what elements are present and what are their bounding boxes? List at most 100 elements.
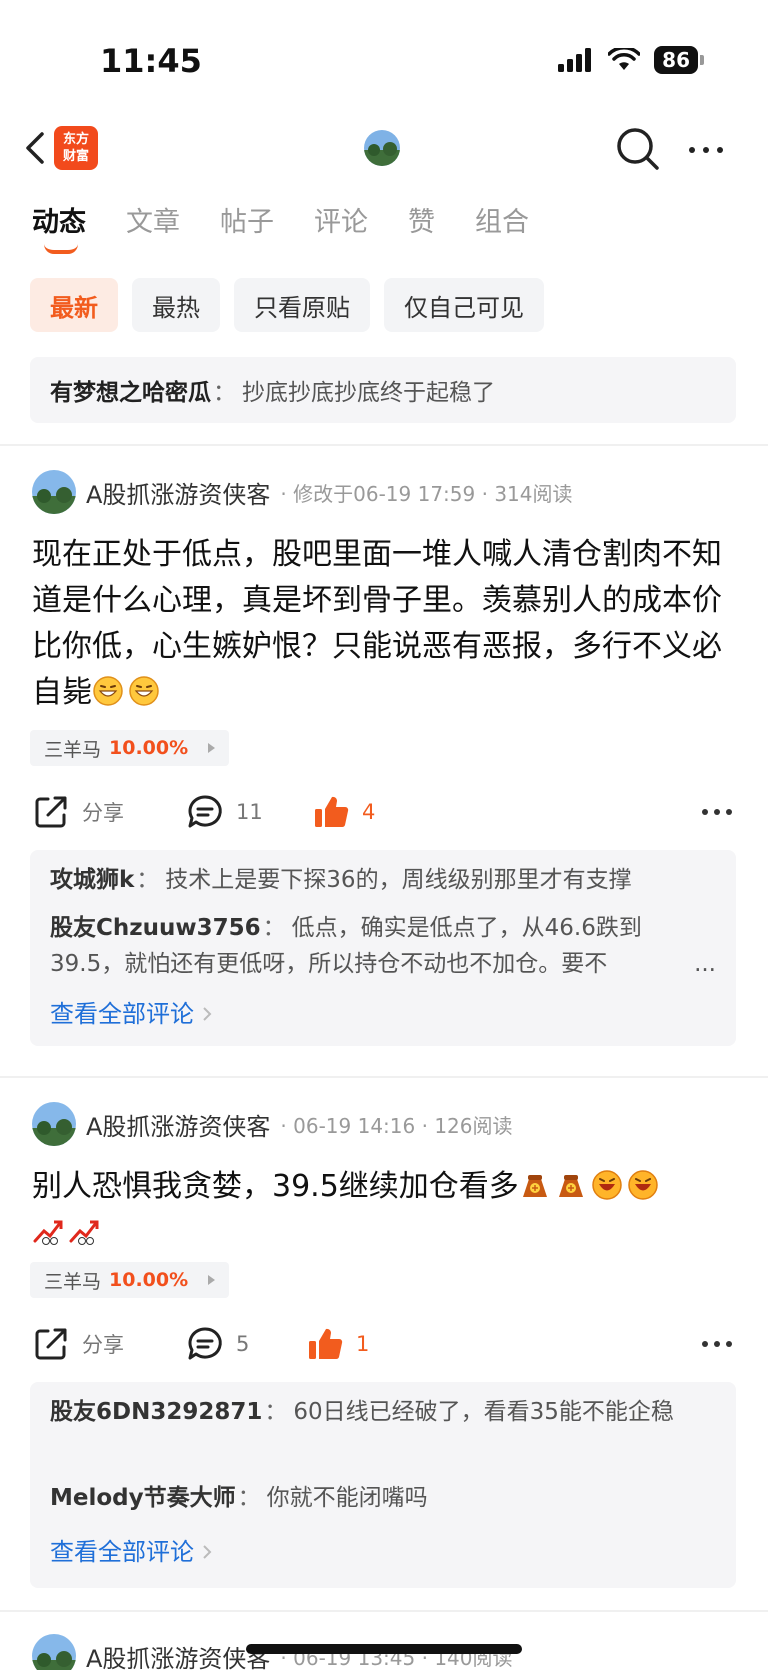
tab-likes[interactable]: 赞 — [408, 200, 435, 250]
view-all-comments-link[interactable]: 查看全部评论 — [50, 996, 212, 1032]
share-icon — [35, 1328, 67, 1360]
chevron-right-icon — [203, 1545, 212, 1559]
like-button[interactable]: 4 — [312, 790, 375, 834]
post-content[interactable]: 别人恐惧我贪婪，39.5继续加仓看多 — [32, 1164, 732, 1256]
battery-indicator: 86 — [654, 46, 704, 74]
section-divider — [0, 444, 768, 446]
filter-hot[interactable]: 最热 — [132, 278, 220, 332]
stock-tag[interactable]: 三羊马 10.00% — [30, 1262, 230, 1298]
comment-author[interactable]: 股友Chzuuw3756 — [50, 915, 261, 941]
comment-item[interactable]: 股友Chzuuw3756： 低点，确实是低点了，从46.6跌到39.5，就怕还有更… — [50, 910, 716, 982]
post-author[interactable]: A股抓涨游资侠客 — [86, 475, 270, 510]
comment-item[interactable]: 攻城狮k： 技术上是要下探36的，周线级别那里才有支撑 — [50, 862, 716, 898]
post-content[interactable]: 现在正处于低点，股吧里面一堆人喊人清仓割肉不知道是什么心理，真是坏到骨子里。羡慕… — [32, 532, 732, 716]
pinned-separator: ： — [213, 380, 236, 406]
post-header: A股抓涨游资侠客 · 修改于06-19 17:59 · 314阅读 — [32, 470, 573, 514]
money-bag-emoji — [522, 1175, 547, 1197]
comment-item[interactable]: 股友6DN3292871： 60日线已经破了，看看35能不能企稳 — [50, 1394, 716, 1430]
avatar[interactable] — [32, 1634, 76, 1670]
filter-original-only[interactable]: 只看原贴 — [234, 278, 370, 332]
status-bar: 11:45 86 — [0, 0, 768, 120]
share-label: 分享 — [82, 1333, 124, 1357]
search-icon[interactable] — [614, 125, 662, 173]
filter-private[interactable]: 仅自己可见 — [384, 278, 544, 332]
pinned-comment[interactable]: 有梦想之哈密瓜 ： 抄底抄底抄底终于起稳了 — [30, 357, 736, 423]
tab-posts[interactable]: 帖子 — [220, 200, 274, 250]
arrow-right-icon — [208, 1275, 216, 1285]
post-actions: 分享 11 4 — [0, 790, 768, 834]
avatar[interactable] — [32, 470, 76, 514]
comment-author[interactable]: Melody节奏大师 — [50, 1485, 236, 1511]
money-bag-emoji — [558, 1175, 583, 1197]
filter-bar: 最新 最热 只看原贴 仅自己可见 — [30, 278, 544, 332]
share-label: 分享 — [82, 801, 124, 825]
tab-comments[interactable]: 评论 — [314, 200, 368, 250]
thumbs-up-icon — [309, 1328, 343, 1360]
logo-text-bottom: 财富 — [62, 149, 89, 164]
wifi-icon — [608, 48, 641, 70]
laugh-emoji — [628, 1170, 658, 1200]
post-actions: 分享 5 1 — [0, 1322, 768, 1366]
home-indicator[interactable] — [246, 1644, 522, 1654]
comment-ellipsis: ... — [686, 946, 716, 982]
post-meta: · 06-19 14:16 · 126阅读 — [280, 1113, 513, 1138]
like-count: 1 — [356, 1332, 370, 1356]
view-all-comments-link[interactable]: 查看全部评论 — [50, 1534, 212, 1570]
post-text: 别人恐惧我贪婪，39.5继续加仓看多 — [32, 1169, 519, 1204]
comment-author[interactable]: 股友6DN3292871 — [50, 1399, 262, 1425]
post-author[interactable]: A股抓涨游资侠客 — [86, 1639, 270, 1670]
app-logo[interactable]: 东方 财富 — [54, 126, 98, 170]
comment-author[interactable]: 攻城狮k — [50, 867, 134, 893]
rocket-up-emoji — [69, 1220, 99, 1245]
comment-text: 技术上是要下探36的，周线级别那里才有支撑 — [165, 867, 632, 893]
tab-portfolio[interactable]: 组合 — [475, 200, 529, 250]
comment-text: 60日线已经破了，看看35能不能企稳 — [293, 1399, 674, 1425]
chevron-right-icon — [203, 1007, 212, 1021]
post-card: A股抓涨游资侠客 · 修改于06-19 17:59 · 314阅读 现在正处于低… — [0, 470, 768, 1060]
laugh-emoji — [592, 1170, 622, 1200]
like-button[interactable]: 1 — [306, 1322, 369, 1366]
thumbs-up-icon — [315, 796, 349, 828]
comment-separator: ： — [136, 867, 160, 893]
view-all-label: 查看全部评论 — [50, 1538, 194, 1566]
more-icon[interactable] — [700, 798, 734, 826]
comment-icon — [188, 795, 222, 828]
share-button[interactable]: 分享 — [32, 1322, 124, 1366]
section-divider — [0, 1076, 768, 1078]
content-tabs: 动态 文章 帖子 评论 赞 组合 — [32, 200, 529, 254]
tab-dynamics[interactable]: 动态 — [32, 200, 86, 254]
post-card: A股抓涨游资侠客 · 06-19 14:16 · 126阅读 别人恐惧我贪婪，3… — [0, 1102, 768, 1602]
comment-button[interactable]: 5 — [186, 1322, 249, 1366]
section-divider — [0, 1610, 768, 1612]
more-options-icon[interactable] — [684, 128, 728, 172]
share-button[interactable]: 分享 — [32, 790, 124, 834]
status-time: 11:45 — [100, 42, 202, 80]
view-all-label: 查看全部评论 — [50, 1000, 194, 1028]
avatar-landscape-icon — [32, 470, 76, 514]
stock-name: 三羊马 — [44, 738, 102, 761]
avatar[interactable] — [32, 1102, 76, 1146]
more-icon[interactable] — [700, 1330, 734, 1358]
arrow-right-icon — [208, 743, 216, 753]
like-count: 4 — [362, 800, 376, 824]
comment-count: 5 — [236, 1332, 250, 1356]
comment-preview: 股友6DN3292871： 60日线已经破了，看看35能不能企稳 Melody节奏… — [30, 1382, 736, 1588]
filter-latest[interactable]: 最新 — [30, 278, 118, 332]
profile-avatar[interactable] — [364, 130, 400, 166]
nav-bar: 东方 财富 — [0, 120, 768, 180]
stock-change: 10.00% — [109, 737, 189, 759]
stock-name: 三羊马 — [44, 1270, 102, 1293]
avatar-landscape-icon — [32, 1634, 76, 1670]
comment-preview: 攻城狮k： 技术上是要下探36的，周线级别那里才有支撑 股友Chzuuw3756：… — [30, 850, 736, 1046]
comment-separator: ： — [262, 915, 286, 941]
post-author[interactable]: A股抓涨游资侠客 — [86, 1107, 270, 1142]
tab-articles[interactable]: 文章 — [126, 200, 180, 250]
comment-item[interactable]: Melody节奏大师： 你就不能闭嘴吗 — [50, 1480, 716, 1516]
comment-count: 11 — [236, 800, 263, 824]
comment-icon — [188, 1327, 222, 1360]
pinned-author[interactable]: 有梦想之哈密瓜 — [50, 373, 211, 407]
stock-tag[interactable]: 三羊马 10.00% — [30, 730, 230, 766]
post-header: A股抓涨游资侠客 · 06-19 14:16 · 126阅读 — [32, 1102, 513, 1146]
logo-text-top: 东方 — [62, 132, 89, 147]
comment-button[interactable]: 11 — [186, 790, 263, 834]
